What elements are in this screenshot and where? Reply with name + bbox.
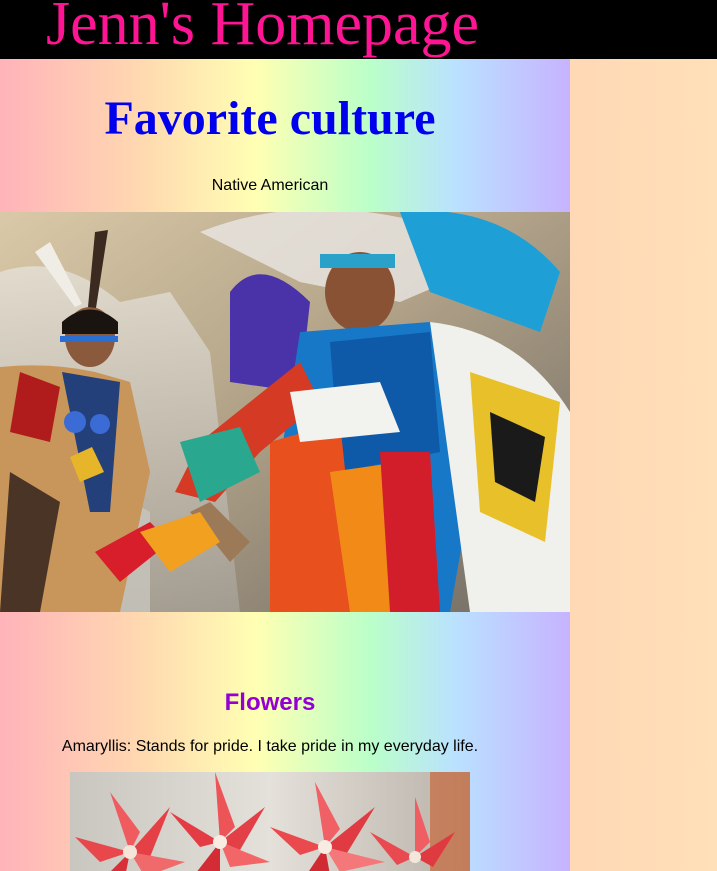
- main-content: Favorite culture Native American Flowers…: [0, 59, 570, 871]
- powwow-dancers-illustration: [0, 212, 570, 612]
- amaryllis-flowers-illustration: [70, 772, 470, 871]
- powwow-dancers-photo: [0, 212, 570, 612]
- flowers-text: Amaryllis: Stands for pride. I take prid…: [61, 738, 479, 755]
- culture-subtext: Native American: [211, 177, 329, 194]
- flowers-heading: Flowers: [224, 689, 316, 716]
- site-header: Jenn's Homepage: [0, 0, 717, 59]
- site-title: Jenn's Homepage: [46, 0, 480, 58]
- culture-heading: Favorite culture: [104, 92, 436, 145]
- amaryllis-flowers-photo: [70, 772, 470, 871]
